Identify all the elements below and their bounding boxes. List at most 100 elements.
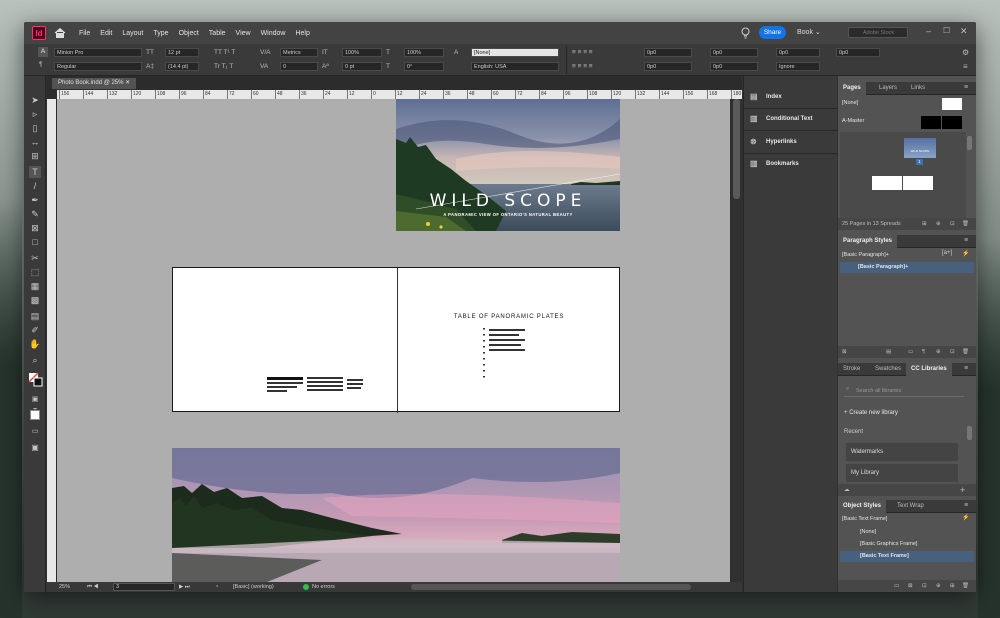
align-left-icon[interactable]: ≡ ≡ ≡ ≡	[572, 48, 593, 57]
delete-style-icon[interactable]: 🗑	[962, 580, 969, 592]
cover-page[interactable]: WILD SCOPE A PANORAMIC VIEW OF ONTARIO'S…	[396, 99, 620, 231]
preflight-profile-icon[interactable]: ◔	[215, 582, 218, 592]
character-style-field[interactable]: [None]	[471, 48, 559, 57]
pen-tool-icon[interactable]: ✒	[29, 194, 41, 206]
baseline-shift-field[interactable]: 0 pt	[342, 62, 382, 71]
page-2-thumb[interactable]	[872, 176, 902, 190]
all-caps-icon[interactable]: TT T¹ T	[214, 48, 235, 57]
page-size-icon[interactable]: ⊞	[922, 218, 927, 230]
first-line-indent-field[interactable]: 0p0	[644, 62, 692, 71]
space-before-field[interactable]: 0p0	[776, 48, 820, 57]
delete-style-icon[interactable]: 🗑	[962, 346, 969, 358]
object-style-basic-graphics[interactable]: [Basic Graphics Frame]	[840, 539, 974, 550]
page-number-field[interactable]: 3	[113, 583, 175, 591]
pencil-tool-icon[interactable]: ✎	[29, 208, 41, 220]
dock-index[interactable]: ▤ Index	[748, 88, 782, 106]
hyphenation-field[interactable]: Ignore	[776, 62, 820, 71]
create-library-button[interactable]: + Create new library	[844, 410, 898, 416]
vertical-scale-field[interactable]: 100%	[342, 48, 382, 57]
minimize-icon[interactable]: –	[926, 26, 931, 36]
share-button[interactable]: Share	[759, 26, 786, 39]
language-field[interactable]: English: USA	[471, 62, 559, 71]
font-size-field[interactable]: 12 pt	[165, 48, 199, 57]
new-style-icon-2[interactable]: ⊞	[950, 580, 955, 592]
apply-color-icon[interactable]: ▣ T	[29, 394, 41, 415]
panel-menu-icon[interactable]: ≡	[964, 502, 968, 509]
a-master-thumb-left[interactable]	[921, 116, 941, 129]
content-collector-icon[interactable]: ⊞	[29, 150, 41, 162]
zoom-tool-icon[interactable]: ⌕	[29, 354, 41, 366]
tab-cc-libraries[interactable]: CC Libraries	[906, 363, 952, 376]
selection-tool-icon[interactable]: ➤	[29, 94, 41, 106]
new-page-icon-2[interactable]: ⊡	[950, 218, 955, 230]
errors-status[interactable]: No errors	[312, 582, 335, 592]
kerning-field[interactable]: Metrics	[280, 48, 318, 57]
hand-tool-icon[interactable]: ✋	[29, 338, 41, 350]
last-line-indent-field[interactable]: 0p0	[710, 62, 758, 71]
free-transform-tool-icon[interactable]: ⬚	[29, 266, 41, 278]
clear-overrides-icon[interactable]: ⊠	[908, 580, 913, 592]
gradient-feather-tool-icon[interactable]: ▩	[29, 294, 41, 306]
menu-edit[interactable]: Edit	[95, 30, 117, 37]
dock-bookmarks[interactable]: ▥ Bookmarks	[748, 155, 799, 173]
lightbulb-icon[interactable]	[741, 27, 750, 39]
column-gutter-field[interactable]: 0p0	[836, 48, 880, 57]
panel-menu-icon[interactable]: ≡	[964, 237, 968, 244]
none-master-thumb[interactable]	[942, 98, 962, 110]
panorama-page[interactable]	[172, 448, 620, 582]
tab-pages[interactable]: Pages	[838, 82, 866, 95]
style-status[interactable]: [Basic] (working)	[233, 582, 274, 592]
pages-scroll-thumb[interactable]	[967, 136, 972, 150]
library-search-input[interactable]: Search all libraries	[844, 386, 964, 397]
left-indent-field[interactable]: 0p0	[644, 48, 692, 57]
tracking-field[interactable]: 0	[280, 62, 318, 71]
screen-mode-icon[interactable]: ▣	[29, 442, 41, 454]
menu-view[interactable]: View	[231, 30, 256, 37]
next-page-icon[interactable]: ▶ ⏭	[179, 582, 190, 592]
vertical-scrollbar[interactable]	[731, 99, 742, 582]
add-asset-icon[interactable]: +	[960, 484, 965, 496]
style-basic-paragraph[interactable]: [Basic Paragraph]+	[840, 262, 974, 273]
a-master-thumb-right[interactable]	[942, 116, 962, 129]
page-1-thumb[interactable]: WILD SCOPE	[904, 138, 936, 158]
lightning-icon[interactable]: ⚡	[962, 514, 969, 521]
font-family-field[interactable]: Minion Pro	[54, 48, 142, 57]
library-watermarks[interactable]: Watermarks	[846, 443, 958, 461]
first-page-icon[interactable]: ⏮ ◀	[87, 582, 98, 592]
document-tab[interactable]: Photo Book.indd @ 25% ✕	[52, 78, 137, 89]
eyedropper-tool-icon[interactable]: ✐	[29, 324, 41, 336]
scroll-thumb[interactable]	[733, 99, 740, 199]
formatting-affects-icon[interactable]: ▭	[29, 426, 41, 438]
style-group-icon[interactable]: ▤	[886, 346, 891, 358]
character-mode-icon[interactable]: A	[38, 47, 48, 57]
menu-layout[interactable]: Layout	[117, 30, 148, 37]
panel-menu-icon[interactable]: ≡	[963, 62, 968, 71]
new-style-icon-2[interactable]: ⊡	[950, 346, 955, 358]
page-3-thumb[interactable]	[903, 176, 933, 190]
tab-stroke[interactable]: Stroke	[838, 363, 865, 376]
panel-menu-icon[interactable]: ≡	[964, 365, 968, 372]
menu-object[interactable]: Object	[174, 30, 204, 37]
panel-menu-icon[interactable]: ≡	[964, 84, 968, 91]
menu-file[interactable]: File	[74, 30, 95, 37]
page-tool-icon[interactable]: ▯	[29, 122, 41, 134]
fill-stroke-swatch[interactable]	[28, 372, 44, 388]
new-style-from-selection-icon[interactable]: [a+]	[942, 250, 952, 256]
rectangle-frame-tool-icon[interactable]: ⊠	[29, 222, 41, 234]
new-page-icon[interactable]: ⊕	[936, 218, 941, 230]
paragraph-icon[interactable]: ¶	[922, 346, 925, 358]
dock-conditional-text[interactable]: ▥ Conditional Text	[748, 110, 813, 128]
libraries-scroll-thumb[interactable]	[967, 426, 972, 440]
close-icon[interactable]: ✕	[960, 26, 968, 37]
clear-attributes-icon[interactable]: ⊡	[922, 580, 927, 592]
skew-field[interactable]: 0°	[404, 62, 444, 71]
paragraph-mode-icon[interactable]: ¶	[39, 60, 43, 69]
gradient-tool-icon[interactable]: ▦	[29, 280, 41, 292]
right-indent-field[interactable]: 0p0	[710, 48, 758, 57]
gear-icon[interactable]: ⚙	[962, 48, 969, 57]
horizontal-scale-field[interactable]: 100%	[404, 48, 444, 57]
tab-swatches[interactable]: Swatches	[870, 363, 906, 376]
spread-2-3[interactable]: TABLE OF PANORAMIC PLATES	[172, 267, 620, 413]
menu-table[interactable]: Table	[204, 30, 231, 37]
cloud-icon[interactable]: ☁	[844, 484, 850, 496]
